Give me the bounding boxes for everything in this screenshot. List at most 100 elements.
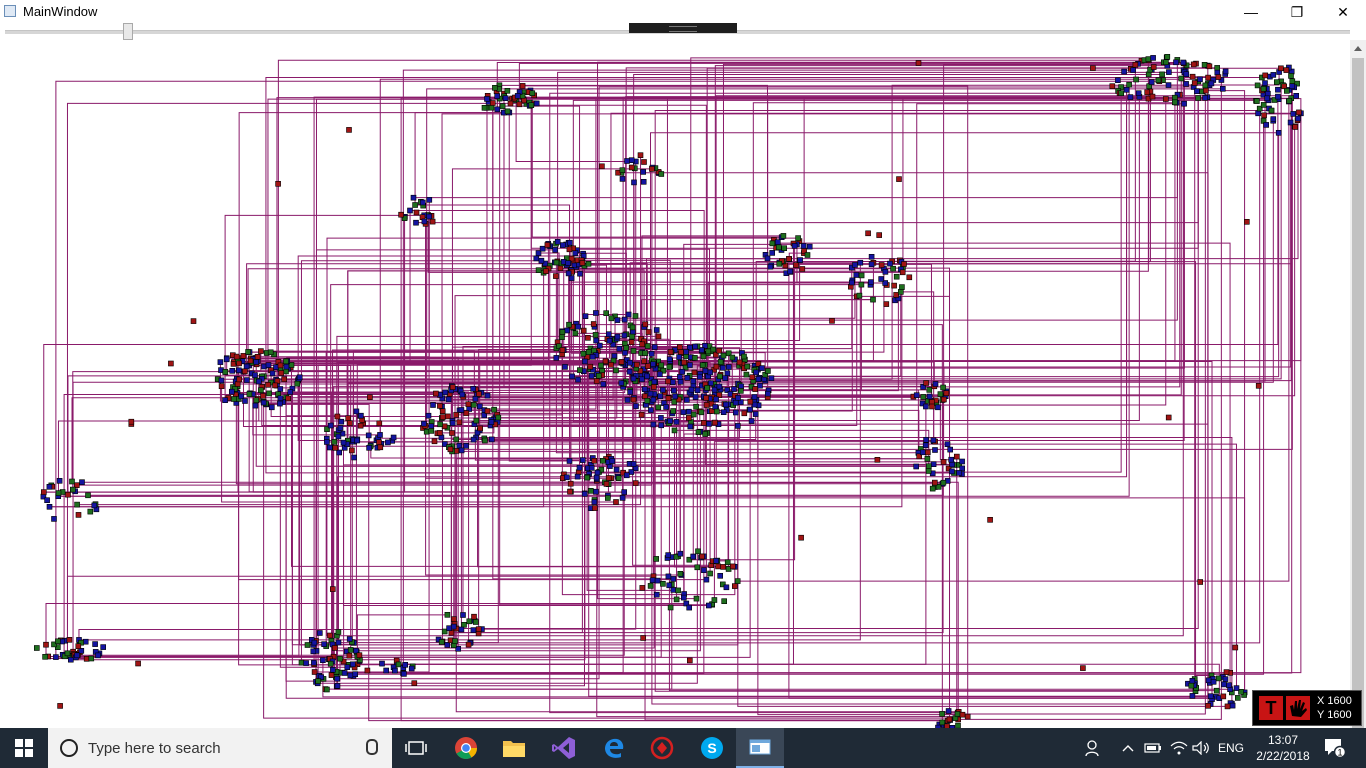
graph-node — [1115, 77, 1121, 84]
graph-node — [460, 612, 466, 618]
graph-node — [670, 387, 677, 394]
graph-node — [716, 383, 723, 390]
graph-node — [1226, 682, 1232, 689]
graph-node — [365, 432, 372, 439]
graph-node — [678, 349, 684, 356]
splitter-handle[interactable] — [629, 23, 737, 33]
graph-node — [608, 315, 615, 322]
microphone-icon[interactable] — [366, 739, 378, 755]
file-explorer-button[interactable] — [490, 728, 538, 768]
graph-node — [946, 716, 953, 723]
close-button[interactable]: ✕ — [1320, 0, 1366, 24]
graph-node — [653, 327, 660, 333]
graph-node — [82, 638, 89, 645]
graph-node — [337, 425, 344, 431]
language-indicator[interactable]: ENG — [1218, 728, 1244, 768]
graph-node — [670, 408, 677, 414]
graph-node — [74, 652, 80, 659]
graph-node — [673, 596, 680, 603]
graph-node — [459, 391, 466, 398]
maximize-button[interactable]: ❐ — [1274, 0, 1320, 24]
red-app-button[interactable] — [638, 728, 686, 768]
graph-node — [695, 548, 701, 555]
graph-node — [428, 428, 435, 434]
graph-node — [576, 464, 583, 471]
graph-node — [1132, 61, 1139, 68]
show-hidden-icons-button[interactable] — [1122, 728, 1134, 768]
graph-node — [619, 495, 626, 501]
graph-node — [46, 503, 53, 510]
zoom-slider-thumb[interactable] — [123, 23, 133, 40]
graph-canvas[interactable] — [0, 40, 1350, 728]
graph-node — [713, 408, 720, 415]
action-center-button[interactable]: 1 — [1324, 728, 1346, 768]
graph-node — [255, 378, 262, 385]
clock[interactable]: 13:07 2/22/2018 — [1250, 732, 1316, 764]
graph-node — [658, 171, 665, 177]
graph-node — [943, 390, 950, 397]
edge-button[interactable] — [590, 728, 638, 768]
graph-node — [644, 343, 651, 349]
graph-node — [258, 387, 264, 394]
graph-node — [439, 408, 446, 415]
chrome-button[interactable] — [442, 728, 490, 768]
graph-node — [724, 559, 731, 566]
battery-icon — [1144, 743, 1161, 753]
task-view-button[interactable] — [392, 728, 440, 768]
main-window-taskbar-button[interactable] — [736, 728, 784, 768]
graph-node — [390, 434, 397, 441]
graph-node — [254, 353, 261, 360]
graph-edge — [416, 97, 1199, 224]
graph-node — [667, 349, 674, 355]
graph-node — [593, 488, 599, 495]
graph-node — [1275, 130, 1282, 136]
graph-node — [266, 390, 272, 397]
graph-node — [632, 313, 639, 319]
graph-node — [670, 576, 677, 582]
minimize-button[interactable]: — — [1228, 0, 1274, 24]
scrollbar-thumb[interactable] — [1352, 58, 1364, 728]
graph-node — [640, 635, 647, 641]
graph-node — [1262, 80, 1268, 86]
graph-node — [330, 666, 336, 673]
graph-node — [719, 364, 726, 371]
graph-node — [621, 489, 628, 495]
graph-edge — [765, 98, 1292, 382]
battery-button[interactable] — [1144, 728, 1162, 768]
graph-edge — [317, 567, 698, 684]
graph-node — [703, 402, 710, 408]
chrome-icon — [455, 737, 477, 759]
graph-node — [222, 369, 229, 375]
graph-node — [925, 468, 932, 474]
graph-node — [767, 263, 774, 270]
graph-node — [287, 389, 294, 395]
graph-node — [1123, 86, 1130, 93]
graph-node — [408, 665, 415, 672]
graph-node — [283, 363, 290, 370]
graph-node — [628, 164, 635, 171]
graph-node — [930, 437, 937, 444]
scroll-up-icon[interactable] — [1354, 46, 1362, 51]
vertical-scrollbar[interactable] — [1350, 40, 1366, 728]
graph-node — [676, 354, 682, 360]
network-button[interactable] — [1170, 728, 1188, 768]
graph-node — [277, 395, 284, 402]
graph-node — [425, 412, 432, 419]
graph-drawing[interactable] — [0, 40, 1350, 728]
graph-node — [265, 381, 271, 388]
graph-node — [1293, 92, 1299, 99]
graph-node — [857, 259, 864, 266]
graph-node — [639, 585, 646, 591]
graph-node — [304, 642, 311, 648]
graph-node — [567, 488, 573, 495]
people-button[interactable] — [1084, 728, 1102, 768]
graph-node — [499, 103, 506, 109]
start-button[interactable] — [0, 728, 48, 768]
visual-studio-button[interactable] — [540, 728, 588, 768]
graph-node — [1205, 702, 1211, 709]
skype-button[interactable]: S — [688, 728, 736, 768]
graph-node — [700, 419, 707, 426]
graph-node — [1296, 109, 1302, 116]
taskbar-search[interactable]: Type here to search — [48, 728, 392, 768]
volume-button[interactable] — [1192, 728, 1210, 768]
